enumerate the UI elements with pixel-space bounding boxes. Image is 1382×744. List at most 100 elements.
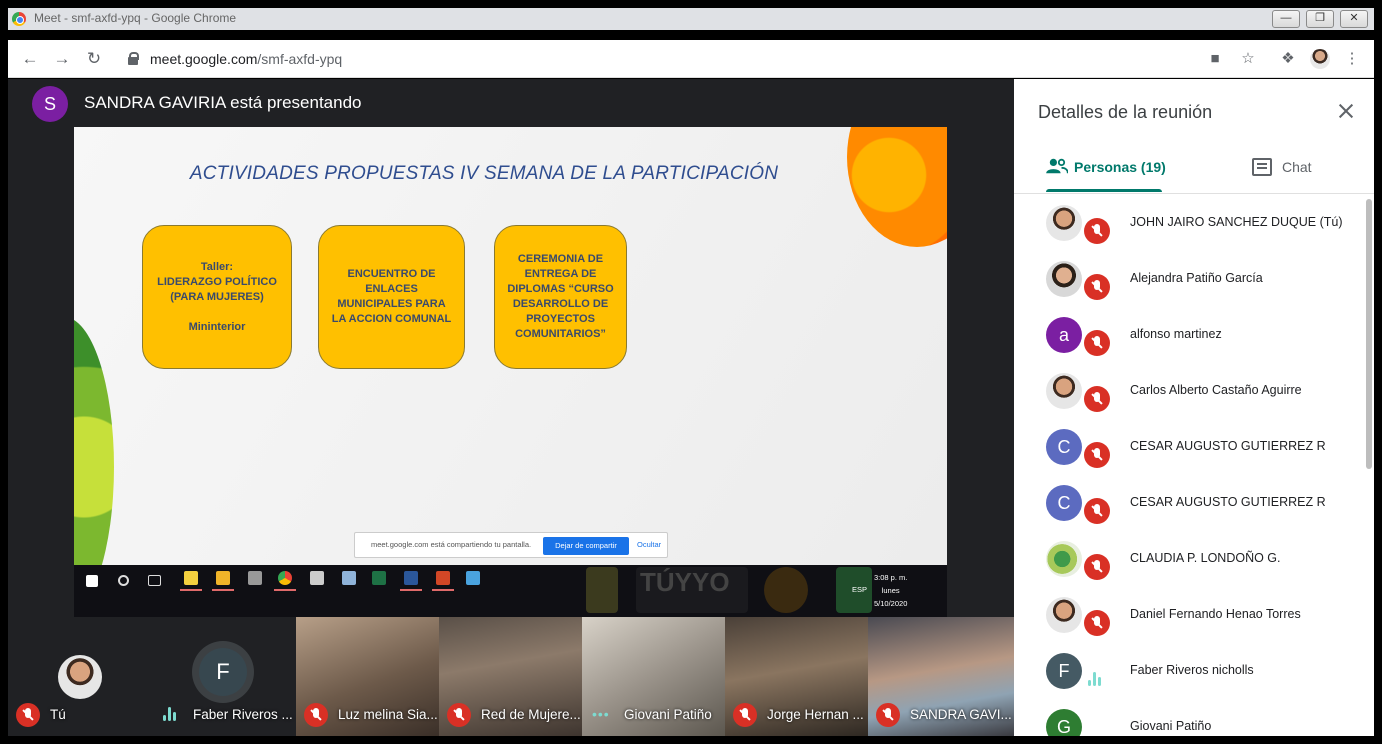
stop-sharing-button[interactable]: Dejar de compartir [543,537,629,555]
close-window-button[interactable]: ✕ [1340,10,1368,28]
close-panel-icon[interactable] [1334,99,1358,123]
meet-stage: S SANDRA GAVIRIA está presentando ACTIVI… [8,79,1014,617]
panel-title: Detalles de la reunión [1038,102,1213,122]
participant-name: CLAUDIA P. LONDOÑO G. [1130,551,1281,565]
tile-luz[interactable]: Luz melina Sia... [296,617,439,736]
tile-avatar-initial: F [199,648,247,696]
url-host: meet.google.com [150,51,258,67]
word-icon [400,571,422,591]
participant-row[interactable]: C CESAR AUGUSTO GUTIERREZ R [1014,418,1366,474]
chat-icon [1252,158,1272,176]
mic-off-icon [876,703,900,727]
mic-off-icon [304,703,328,727]
language-indicator: ESP [852,585,868,594]
people-icon [1046,158,1068,174]
camera-icon[interactable]: ■ [1205,49,1225,69]
participant-name: Alejandra Patiño García [1130,271,1263,285]
participant-row[interactable]: C CESAR AUGUSTO GUTIERREZ R [1014,474,1366,530]
participant-row[interactable]: Daniel Fernando Henao Torres [1014,586,1366,642]
participant-row[interactable]: F Faber Riveros nicholls [1014,642,1366,698]
shared-slide: ACTIVIDADES PROPUESTAS IV SEMANA DE LA P… [74,127,947,567]
menu-kebab-icon[interactable]: ⋮ [1342,49,1362,69]
participant-row[interactable]: Carlos Alberto Castaño Aguirre [1014,362,1366,418]
orange-decoration [847,127,947,247]
address-toolbar: ← → ↻ meet.google.com/smf-axfd-ypq ■ ☆ ❖… [8,40,1374,78]
calculator-icon [310,571,324,585]
tile-jorge[interactable]: Jorge Hernan ... [725,617,868,736]
tab-chat[interactable]: Chat [1252,155,1332,193]
participant-row[interactable]: Alejandra Patiño García [1014,250,1366,306]
participant-name: CESAR AUGUSTO GUTIERREZ R [1130,495,1326,509]
mic-off-icon [1084,554,1110,580]
slide-title: ACTIVIDADES PROPUESTAS IV SEMANA DE LA P… [189,163,779,184]
participant-name: Daniel Fernando Henao Torres [1130,607,1301,621]
clock-date: 5/10/2020 [874,599,908,608]
excel-icon [372,571,386,585]
mic-off-icon [1084,274,1110,300]
file-explorer-icon [212,571,234,591]
tile-self[interactable]: Tú [8,617,151,736]
hide-button[interactable]: Ocultar [637,540,661,549]
tab-people[interactable]: Personas (19) [1046,155,1166,193]
mic-off-icon [1084,330,1110,356]
mic-off-icon [1084,442,1110,468]
windows-taskbar: TÚYYO ESP 3:08 p. m. lunes 5/10/2020 [74,565,947,617]
logo-seal [764,567,808,613]
back-arrow-icon[interactable]: ← [19,48,41,70]
screen-share-bar: meet.google.com está compartiendo tu pan… [354,532,668,558]
reload-icon[interactable]: ↻ [83,48,105,70]
participant-row[interactable]: JOHN JAIRO SANCHEZ DUQUE (Tú) [1014,194,1366,250]
mic-off-icon [1084,386,1110,412]
speaking-icon [163,707,181,721]
participant-avatar [1046,373,1082,409]
active-tab-underline [1046,189,1162,192]
taskbar-app-icon-2 [342,571,356,585]
participant-avatar: G [1046,709,1082,736]
mic-off-icon [16,703,40,727]
tuyyo-logo: TÚYYO [636,567,748,613]
sticky-notes-icon [180,571,202,591]
activity-card-3: CEREMONIA DE ENTREGA DE DIPLOMAS “CURSO … [494,225,627,369]
profile-avatar[interactable] [1310,49,1330,69]
tile-name: Giovani Patiño [624,707,712,722]
task-view-icon [148,575,161,586]
taskbar-search-icon [118,575,129,586]
star-icon[interactable]: ☆ [1238,49,1258,69]
taskbar-app-icon-3 [466,571,480,585]
participant-list-scrollbar[interactable] [1366,199,1372,469]
lock-icon [128,52,139,65]
minimize-button[interactable]: — [1272,10,1300,28]
windows-start-icon [86,575,98,587]
logo-shield [586,567,618,613]
tile-giovani[interactable]: ••• Giovani Patiño [582,617,725,736]
clock-day: lunes [881,586,900,595]
tab-people-label: Personas (19) [1074,159,1166,175]
participant-row[interactable]: G Giovani Patiño [1014,698,1366,736]
window-title: Meet - smf-axfd-ypq - Google Chrome [34,11,237,25]
participant-avatar [1046,261,1082,297]
green-decoration [74,317,114,567]
tile-red-mujeres[interactable]: Red de Mujere... [439,617,582,736]
taskbar-clock: 3:08 p. m. lunes 5/10/2020 [874,571,907,610]
presenter-label: SANDRA GAVIRIA está presentando [84,93,362,112]
self-avatar [58,655,102,699]
clock-time: 3:08 p. m. [874,573,908,582]
taskbar-app-icon [248,571,262,585]
participant-avatar: C [1046,429,1082,465]
tile-name: Faber Riveros ... [193,707,293,722]
forward-arrow-icon[interactable]: → [51,48,73,70]
address-bar[interactable]: meet.google.com/smf-axfd-ypq [150,51,342,67]
tile-name: Tú [50,707,66,722]
chrome-taskbar-icon [274,571,296,591]
participant-name: Carlos Alberto Castaño Aguirre [1130,383,1302,397]
tile-faber[interactable]: F Faber Riveros ... [151,617,296,736]
participant-tiles: Tú F Faber Riveros ... Luz melina Sia...… [8,617,1014,736]
activity-card-1: Taller: LIDERAZGO POLÍTICO (PARA MUJERES… [142,225,292,369]
restore-button[interactable]: ❐ [1306,10,1334,28]
extensions-icon[interactable]: ❖ [1278,49,1298,69]
tile-sandra[interactable]: SANDRA GAVI... [868,617,1014,736]
participant-row[interactable]: CLAUDIA P. LONDOÑO G. [1014,530,1366,586]
participant-row[interactable]: a alfonso martinez [1014,306,1366,362]
presenter-avatar: S [32,86,68,122]
participant-list: JOHN JAIRO SANCHEZ DUQUE (Tú) Alejandra … [1014,194,1366,736]
